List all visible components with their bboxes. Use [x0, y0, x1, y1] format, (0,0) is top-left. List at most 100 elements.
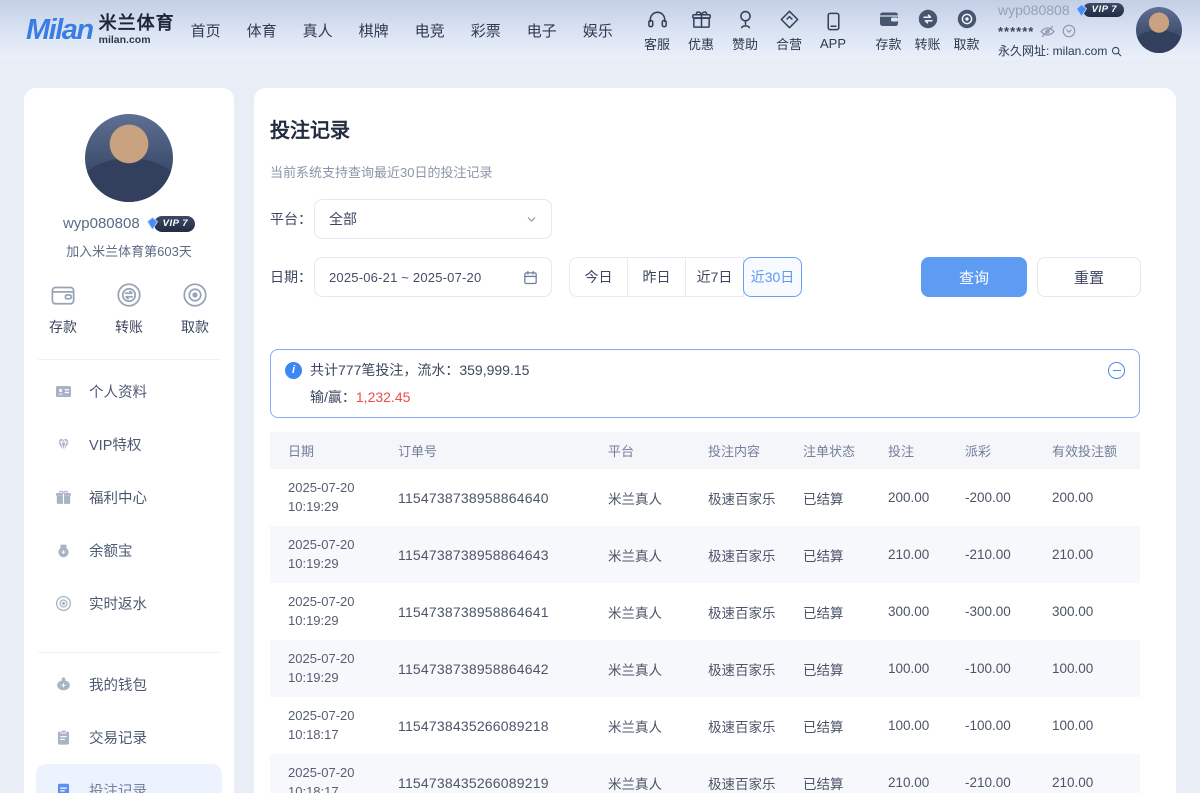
- withdraw-button[interactable]: 取款: [947, 7, 986, 53]
- quick-actions: 存款 转账 取款: [24, 280, 234, 337]
- valid-amount-cell: 100.00: [1052, 661, 1140, 676]
- bet-record-icon: [54, 781, 73, 793]
- order-number: 1154738738958864641: [398, 604, 608, 620]
- sidebar-item-profile[interactable]: 个人资料: [36, 365, 222, 418]
- valid-amount-cell: 200.00: [1052, 490, 1140, 505]
- nav-slots[interactable]: 电子: [527, 20, 557, 41]
- platform-cell: 米兰真人: [608, 659, 708, 679]
- deposit-button[interactable]: 存款: [869, 7, 908, 53]
- eye-off-icon[interactable]: [1039, 23, 1056, 40]
- gift-icon: [690, 7, 713, 31]
- date-range-value: 2025-06-21 ~ 2025-07-20: [329, 270, 522, 285]
- site-logo[interactable]: Milan 米兰体育 milan.com: [26, 14, 175, 47]
- order-number: 1154738435266089219: [398, 775, 608, 791]
- sidebar-menu-secondary: 我的钱包 交易记录 投注记录: [24, 658, 234, 793]
- gift-icon: [54, 488, 73, 507]
- sidebar-item-my-wallet[interactable]: 我的钱包: [36, 658, 222, 711]
- bet-amount-cell: 100.00: [888, 718, 965, 733]
- divider: [38, 359, 220, 360]
- bet-amount-cell: 100.00: [888, 661, 965, 676]
- vip-level-label: VIP 7: [1083, 3, 1124, 18]
- quick-range-group: 今日 昨日 近7日 近30日: [569, 257, 802, 297]
- magnifier-icon[interactable]: [1110, 45, 1123, 58]
- status-cell: 已结算: [803, 488, 888, 508]
- status-cell: 已结算: [803, 716, 888, 736]
- content-cell: 极速百家乐: [708, 545, 803, 565]
- status-cell: 已结算: [803, 773, 888, 793]
- summary-turnover-value: 359,999.15: [459, 362, 529, 378]
- partnership-button[interactable]: 合营: [767, 7, 811, 53]
- avatar[interactable]: [1136, 7, 1182, 53]
- withdraw-button[interactable]: 取款: [180, 280, 210, 337]
- masked-balance: ******: [998, 25, 1034, 38]
- col-date: 日期: [288, 441, 398, 460]
- table-header-row: 日期 订单号 平台 投注内容 注单状态 投注 派彩 有效投注额: [270, 432, 1140, 469]
- platform-label: 平台：: [270, 209, 314, 229]
- payout-cell: -210.00: [965, 775, 1052, 790]
- sidebar-item-vip[interactable]: VIP特权: [36, 418, 222, 471]
- app-download-button[interactable]: APP: [811, 9, 855, 51]
- summary-banner: i 共计777笔投注，流水：359,999.15 输/赢：1,232.45: [270, 349, 1140, 418]
- col-content: 投注内容: [708, 441, 803, 460]
- collapse-minus-icon[interactable]: [1108, 362, 1125, 379]
- bet-records-panel: 投注记录 当前系统支持查询最近30日的投注记录 平台： 全部 日期： 2025-…: [254, 88, 1176, 793]
- permanent-url-label: 永久网址: milan.com: [998, 45, 1107, 57]
- sidebar-item-transaction-records[interactable]: 交易记录: [36, 711, 222, 764]
- avatar[interactable]: [85, 114, 173, 202]
- content-cell: 极速百家乐: [708, 602, 803, 622]
- sidebar-menu-primary: 个人资料 VIP特权 福利中心 余额宝 实时返水: [24, 365, 234, 630]
- status-cell: 已结算: [803, 602, 888, 622]
- table-row: 2025-07-2010:19:29 1154738738958864642 米…: [270, 640, 1140, 697]
- nav-live[interactable]: 真人: [303, 20, 333, 41]
- order-number: 1154738738958864640: [398, 490, 608, 506]
- clipboard-icon: [54, 728, 73, 747]
- sidebar-item-welfare[interactable]: 福利中心: [36, 471, 222, 524]
- date-label: 日期：: [270, 267, 314, 287]
- transfer-button[interactable]: 转账: [908, 7, 947, 53]
- nav-sports[interactable]: 体育: [247, 20, 277, 41]
- sidebar-item-yuebao[interactable]: 余额宝: [36, 524, 222, 577]
- sponsorship-button[interactable]: 赞助: [723, 7, 767, 53]
- nav-cards[interactable]: 棋牌: [359, 20, 389, 41]
- col-payout: 派彩: [965, 441, 1052, 460]
- deposit-button[interactable]: 存款: [48, 280, 78, 337]
- nav-esports[interactable]: 电竞: [415, 20, 445, 41]
- diamond-icon: [54, 435, 73, 454]
- header-username[interactable]: wyp080808: [998, 3, 1070, 17]
- sidebar-item-rebate[interactable]: 实时返水: [36, 577, 222, 630]
- id-card-icon: [54, 382, 73, 401]
- col-valid: 有效投注额: [1052, 441, 1140, 460]
- vip-level-label: VIP 7: [154, 216, 195, 232]
- bet-records-table: 日期 订单号 平台 投注内容 注单状态 投注 派彩 有效投注额 2025-07-…: [270, 432, 1140, 793]
- vip-badge: VIP 7: [145, 216, 195, 232]
- col-order: 订单号: [398, 441, 608, 460]
- logo-domain: milan.com: [99, 35, 175, 46]
- table-row: 2025-07-2010:19:29 1154738738958864640 米…: [270, 469, 1140, 526]
- nav-entertainment[interactable]: 娱乐: [583, 20, 613, 41]
- payout-cell: -100.00: [965, 718, 1052, 733]
- range-today-button[interactable]: 今日: [569, 257, 628, 297]
- date-range-input[interactable]: 2025-06-21 ~ 2025-07-20: [314, 257, 552, 297]
- sidebar-item-bet-records[interactable]: 投注记录: [36, 764, 222, 793]
- reset-button[interactable]: 重置: [1037, 257, 1141, 297]
- card-icon: [778, 7, 801, 31]
- order-number: 1154738435266089218: [398, 718, 608, 734]
- promotions-button[interactable]: 优惠: [679, 7, 723, 53]
- order-number: 1154738738958864643: [398, 547, 608, 563]
- range-yesterday-button[interactable]: 昨日: [627, 257, 686, 297]
- range-7days-button[interactable]: 近7日: [685, 257, 744, 297]
- platform-select[interactable]: 全部: [314, 199, 552, 239]
- nav-lottery[interactable]: 彩票: [471, 20, 501, 41]
- date-filter-row: 日期： 2025-06-21 ~ 2025-07-20 今日 昨日 近7日 近3…: [270, 257, 1141, 297]
- payout-cell: -210.00: [965, 547, 1052, 562]
- range-30days-button[interactable]: 近30日: [743, 257, 802, 297]
- table-row: 2025-07-2010:19:29 1154738738958864641 米…: [270, 583, 1140, 640]
- customer-service-button[interactable]: 客服: [635, 7, 679, 53]
- chevron-down-circle-icon[interactable]: [1061, 23, 1077, 39]
- transfer-button[interactable]: 转账: [114, 280, 144, 337]
- query-button[interactable]: 查询: [921, 257, 1027, 297]
- nav-home[interactable]: 首页: [191, 20, 221, 41]
- logo-script-text: Milan: [26, 14, 93, 47]
- valid-amount-cell: 210.00: [1052, 775, 1140, 790]
- platform-cell: 米兰真人: [608, 773, 708, 793]
